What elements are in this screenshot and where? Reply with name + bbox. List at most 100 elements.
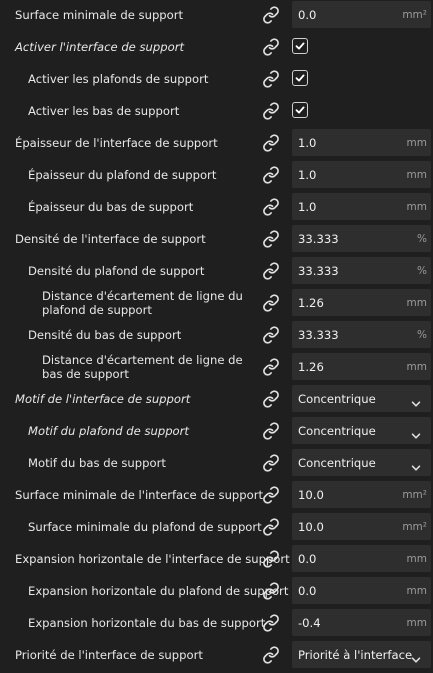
setting-label: Distance d'écartement de ligne du plafon… (42, 289, 243, 317)
setting-label: Distance d'écartement de ligne de bas de… (42, 353, 243, 381)
setting-row: Distance d'écartement de ligne de bas de… (0, 351, 433, 383)
unit-label: mm (406, 168, 427, 181)
chevron-down-icon[interactable] (411, 458, 421, 471)
setting-row: Densité du bas de support 33.333% (0, 319, 433, 351)
link-icon[interactable] (262, 358, 280, 376)
setting-label: Activer les plafonds de support (28, 72, 209, 86)
link-icon[interactable] (262, 230, 280, 248)
setting-input[interactable]: 33.333% (292, 257, 431, 284)
setting-dropdown[interactable]: Concentrique (292, 417, 431, 444)
support-settings-panel: Surface minimale de support 0.0 mm² Activer… (0, 0, 433, 673)
setting-checkbox[interactable] (292, 70, 308, 86)
link-icon[interactable] (262, 550, 280, 568)
setting-label: Expansion horizontale de l'interface de … (15, 552, 290, 566)
link-icon[interactable] (262, 582, 280, 600)
input-value: 10.0 (298, 519, 324, 534)
setting-label: Densité du plafond de support (28, 264, 205, 278)
setting-dropdown[interactable]: Concentrique (292, 385, 431, 412)
link-icon[interactable] (262, 6, 280, 24)
input-value: -0.4 (298, 615, 321, 630)
setting-row: Expansion horizontale du bas de support -… (0, 607, 433, 639)
dropdown-value: Concentrique (298, 455, 376, 470)
link-icon[interactable] (262, 518, 280, 536)
unit-label: mm (406, 360, 427, 373)
link-icon[interactable] (262, 486, 280, 504)
setting-checkbox[interactable] (292, 38, 308, 54)
setting-input[interactable]: 1.26 mm (292, 289, 431, 316)
input-value: 0.0 (298, 551, 317, 566)
input-value: 33.333 (298, 327, 339, 342)
setting-input[interactable]: 1.0 mm (292, 193, 431, 220)
link-icon[interactable] (262, 454, 280, 472)
setting-checkbox[interactable] (292, 102, 308, 118)
link-icon[interactable] (262, 614, 280, 632)
setting-input[interactable]: 0.0 mm (292, 577, 431, 604)
input-value: 1.0 (298, 199, 317, 214)
link-icon[interactable] (262, 70, 280, 88)
link-icon[interactable] (262, 134, 280, 152)
setting-row: Surface minimale du plafond de support 10… (0, 511, 433, 543)
setting-input[interactable]: 1.0 mm (292, 161, 431, 188)
input-value: 1.26 (298, 295, 324, 310)
link-icon[interactable] (262, 102, 280, 120)
input-value: 0.0 (298, 583, 317, 598)
input-value: 1.0 (298, 167, 317, 182)
input-value: 0.0 (298, 7, 317, 22)
input-value: 10.0 (298, 487, 324, 502)
link-icon[interactable] (262, 646, 280, 664)
setting-input[interactable]: 33.333% (292, 225, 431, 252)
setting-input[interactable]: 10.0 mm² (292, 513, 431, 540)
link-icon[interactable] (262, 198, 280, 216)
setting-input[interactable]: 0.0 mm (292, 545, 431, 572)
setting-row: Motif de l'interface de support Concentri… (0, 383, 433, 415)
unit-label: mm (406, 136, 427, 149)
setting-label: Motif du plafond de support (28, 424, 189, 438)
unit-label: mm² (402, 488, 427, 501)
chevron-down-icon[interactable] (411, 650, 421, 663)
setting-row: Surface minimale de support 0.0 mm² (0, 0, 433, 31)
setting-label: Épaisseur du plafond de support (28, 168, 217, 182)
link-icon[interactable] (262, 390, 280, 408)
setting-dropdown[interactable]: Priorité à l'interface (292, 641, 431, 668)
setting-input[interactable]: 0.0 mm² (292, 1, 431, 28)
setting-label: Surface minimale de l'interface de suppo… (15, 488, 264, 502)
unit-label: mm (406, 552, 427, 565)
setting-input[interactable]: 10.0 mm² (292, 481, 431, 508)
setting-row: Activer les plafonds de support (0, 63, 433, 95)
setting-input[interactable]: 1.0 mm (292, 129, 431, 156)
link-icon[interactable] (262, 326, 280, 344)
setting-label: Motif de l'interface de support (15, 392, 191, 406)
setting-row: Épaisseur du bas de support 1.0 mm (0, 191, 433, 223)
setting-row: Priorité de l'interface de support Priori… (0, 639, 433, 671)
unit-label: % (417, 328, 427, 341)
input-value: 1.0 (298, 135, 317, 150)
link-icon[interactable] (262, 422, 280, 440)
setting-row: Expansion horizontale du plafond de supp… (0, 575, 433, 607)
setting-label: Épaisseur du bas de support (28, 200, 194, 214)
setting-input[interactable]: 1.26 mm (292, 353, 431, 380)
setting-row: Motif du bas de support Concentrique (0, 447, 433, 479)
link-icon[interactable] (262, 166, 280, 184)
unit-label: mm (406, 296, 427, 309)
setting-label: Épaisseur de l'interface de support (15, 136, 218, 150)
setting-label: Motif du bas de support (28, 456, 166, 470)
setting-label: Surface minimale du plafond de support (28, 520, 262, 534)
link-icon[interactable] (262, 38, 280, 56)
unit-label: mm (406, 616, 427, 629)
input-value: 33.333 (298, 263, 339, 278)
unit-label: % (417, 232, 427, 245)
setting-input[interactable]: -0.4 mm (292, 609, 431, 636)
setting-label: Densité du bas de support (28, 328, 182, 342)
link-icon[interactable] (262, 262, 280, 280)
setting-label: Expansion horizontale du bas de support (28, 616, 266, 630)
setting-row: Épaisseur du plafond de support 1.0 mm (0, 159, 433, 191)
unit-label: mm² (402, 520, 427, 533)
unit-label: mm² (402, 8, 427, 21)
setting-label: Surface minimale de support (15, 8, 184, 22)
setting-row: Épaisseur de l'interface de support 1.0 mm (0, 127, 433, 159)
setting-dropdown[interactable]: Concentrique (292, 449, 431, 476)
chevron-down-icon[interactable] (411, 394, 421, 407)
chevron-down-icon[interactable] (411, 426, 421, 439)
setting-input[interactable]: 33.333% (292, 321, 431, 348)
link-icon[interactable] (262, 294, 280, 312)
